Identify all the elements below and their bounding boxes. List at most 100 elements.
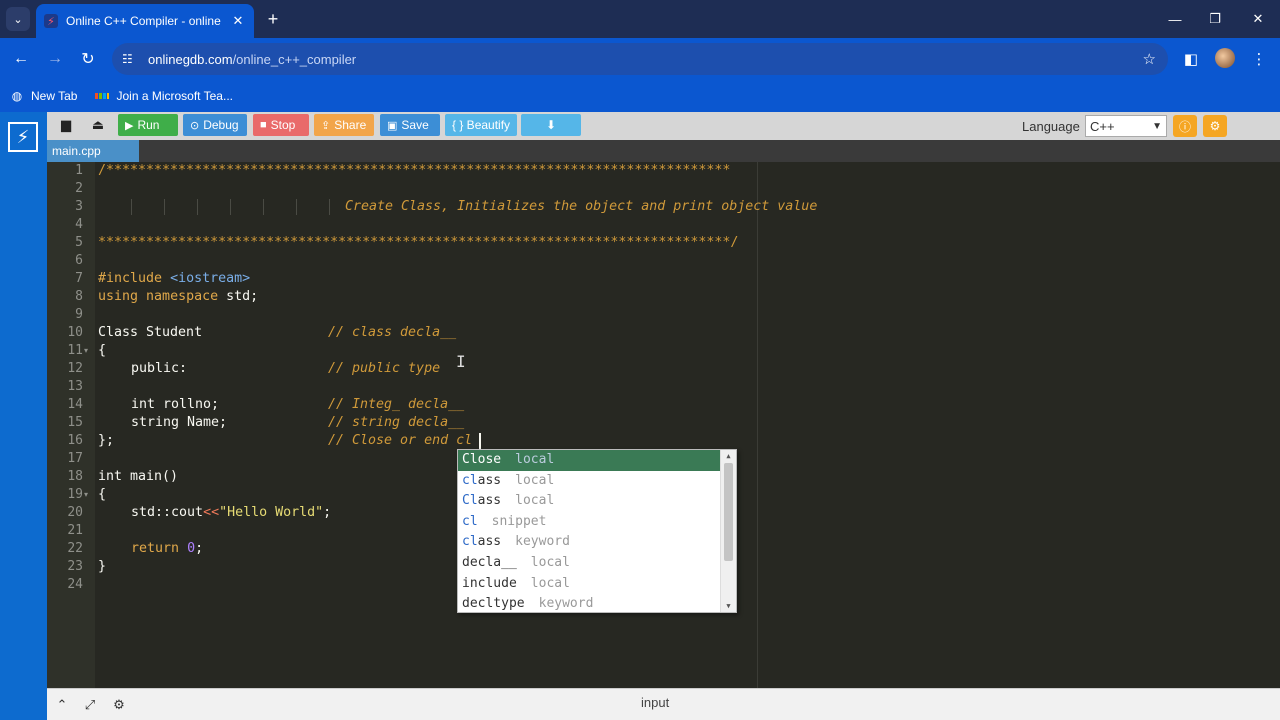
new-tab-button[interactable]: + [262,8,284,30]
autocomplete-scrollbar[interactable]: ▲ ▼ [720,450,736,612]
url-text: onlinegdb.com/online_c++_compiler [148,51,357,67]
line-number: 2 [75,181,83,196]
code-line-18: int main() [98,469,179,484]
browser-tab-active[interactable]: ⚡ Online C++ Compiler - online e ✕ [36,4,254,38]
stop-button[interactable]: ■ Stop [253,114,309,136]
autocomplete-item[interactable]: Close local [458,450,720,471]
line-number: 10 [67,325,83,340]
line-number: 1 [75,163,83,178]
onlinegdb-favicon-icon: ⚡ [44,14,58,28]
line-number: 8 [75,289,83,304]
line-number: 3 [75,199,83,214]
tab-close-icon[interactable]: ✕ [230,13,246,29]
scroll-up-arrow-icon[interactable]: ▲ [721,450,736,462]
tab-search-button[interactable]: ⌄ [6,7,30,31]
indent-guide [263,199,264,215]
code-line-23: } [98,559,107,574]
bookmark-microsoft-teams[interactable]: Join a Microsoft Tea... [95,89,233,103]
side-panel-icon[interactable]: ◧ [1180,48,1202,70]
upload-icon[interactable]: ⏏ [85,114,111,136]
download-button[interactable]: ⬇ [521,114,581,136]
browser-toolbar: ← → ↻ ☷ onlinegdb.com/online_c++_compile… [0,38,1280,80]
debug-button[interactable]: ⊙ Debug [183,114,247,136]
autocomplete-item[interactable]: include local [458,574,720,595]
line-number-gutter: 1 2 3 4 5 6 7 8 9 10 11 ▾ 12 13 14 15 16… [47,162,95,688]
minimize-icon[interactable]: — [1164,8,1186,30]
file-tab-main-cpp[interactable]: main.cpp [47,140,139,162]
globe-icon: ◍ [11,89,23,103]
autocomplete-popup[interactable]: Close local class local Class local cl snipp… [457,449,737,613]
reload-icon[interactable]: ↻ [77,48,99,70]
profile-avatar[interactable] [1215,48,1235,68]
code-line-1: /***************************************… [98,163,731,178]
run-button[interactable]: ▶ Run [118,114,178,136]
code-line-11: { [98,343,107,358]
window-close-icon[interactable]: ✕ [1247,8,1269,30]
new-file-icon[interactable]: ▆ [53,114,79,136]
chevron-up-icon[interactable]: ⌃ [54,697,70,713]
line-number: 13 [67,379,83,394]
share-button[interactable]: ⇪ Share [314,114,374,136]
fold-arrow-icon[interactable]: ▾ [84,486,88,504]
line-number: 24 [67,577,83,592]
share-icon: ⇪ [321,119,331,132]
bookmark-star-icon[interactable]: ☆ [1143,50,1156,68]
bookmark-new-tab[interactable]: ◍ New Tab [10,89,78,103]
maximize-icon[interactable]: ❐ [1204,8,1226,30]
autocomplete-item[interactable]: cl snippet [458,512,720,533]
autocomplete-item[interactable]: Class local [458,491,720,512]
code-line-5: ****************************************… [98,235,739,250]
code-comment-14: // Integ_ decla__ [328,397,465,412]
gear-icon[interactable]: ⚙ [111,697,127,713]
bookmark-label: Join a Microsoft Tea... [116,89,233,103]
save-disk-icon: ▣ [387,119,398,132]
indent-guide [197,199,198,215]
settings-button[interactable]: ⚙ [1203,115,1227,137]
file-tab-bar: main.cpp [47,140,1280,162]
code-line-20: std::cout<<"Hello World"; [131,505,332,520]
more-menu-icon[interactable]: ⋮ [1248,48,1270,70]
line-number: 19 [67,487,83,502]
line-number: 12 [67,361,83,376]
bookmarks-bar: ◍ New Tab Join a Microsoft Tea... [0,80,1280,112]
indent-guide [329,199,330,215]
line-number: 5 [75,235,83,250]
play-icon: ▶ [125,119,134,132]
chevron-down-icon: ⌄ [13,13,23,26]
io-panel-bar: ⌃ ⤢ ⚙ input [47,688,1280,720]
line-number: 17 [67,451,83,466]
save-button[interactable]: ▣ Save [380,114,440,136]
print-margin [757,162,758,688]
scroll-down-arrow-icon[interactable]: ▼ [721,600,736,612]
indent-guide [296,199,297,215]
editor-toolbar: ▆ ⏏ ▶ Run ⊙ Debug ■ Stop ⇪ Share ▣ Save { } B… [47,112,1280,140]
code-line-12: public: [131,361,188,376]
input-tab-label[interactable]: input [641,695,669,710]
indent-guide [164,199,165,215]
line-number: 16 [67,433,83,448]
scrollbar-thumb[interactable] [724,463,733,561]
info-button[interactable]: ⓘ [1173,115,1197,137]
autocomplete-item[interactable]: decltype keyword [458,594,720,615]
code-comment-16: // Close or end cl [328,433,473,448]
back-arrow-icon[interactable]: ← [10,48,32,70]
language-select[interactable]: C++ ▼ [1085,115,1167,137]
fold-arrow-icon[interactable]: ▾ [84,342,88,360]
autocomplete-item[interactable]: class local [458,471,720,492]
tab-title: Online C++ Compiler - online e [66,14,224,28]
beautify-button[interactable]: { } Beautify [445,114,517,136]
onlinegdb-logo-icon[interactable]: ⚡ [8,122,38,152]
mouse-ibeam-cursor-icon: I [456,352,466,371]
site-info-icon[interactable]: ☷ [122,52,140,66]
autocomplete-item[interactable]: class keyword [458,532,720,553]
autocomplete-item[interactable]: decla__ local [458,553,720,574]
expand-icon[interactable]: ⤢ [82,697,98,713]
bookmark-label: New Tab [31,89,78,103]
code-line-10: Class Student [98,325,203,340]
line-number: 18 [67,469,83,484]
debug-icon: ⊙ [190,119,200,132]
code-line-7: #include <iostream> [98,271,251,286]
code-line-3: Create Class, Initializes the object and… [345,199,818,214]
address-bar[interactable]: ☷ onlinegdb.com/online_c++_compiler ☆ [112,43,1168,75]
forward-arrow-icon[interactable]: → [44,48,66,70]
